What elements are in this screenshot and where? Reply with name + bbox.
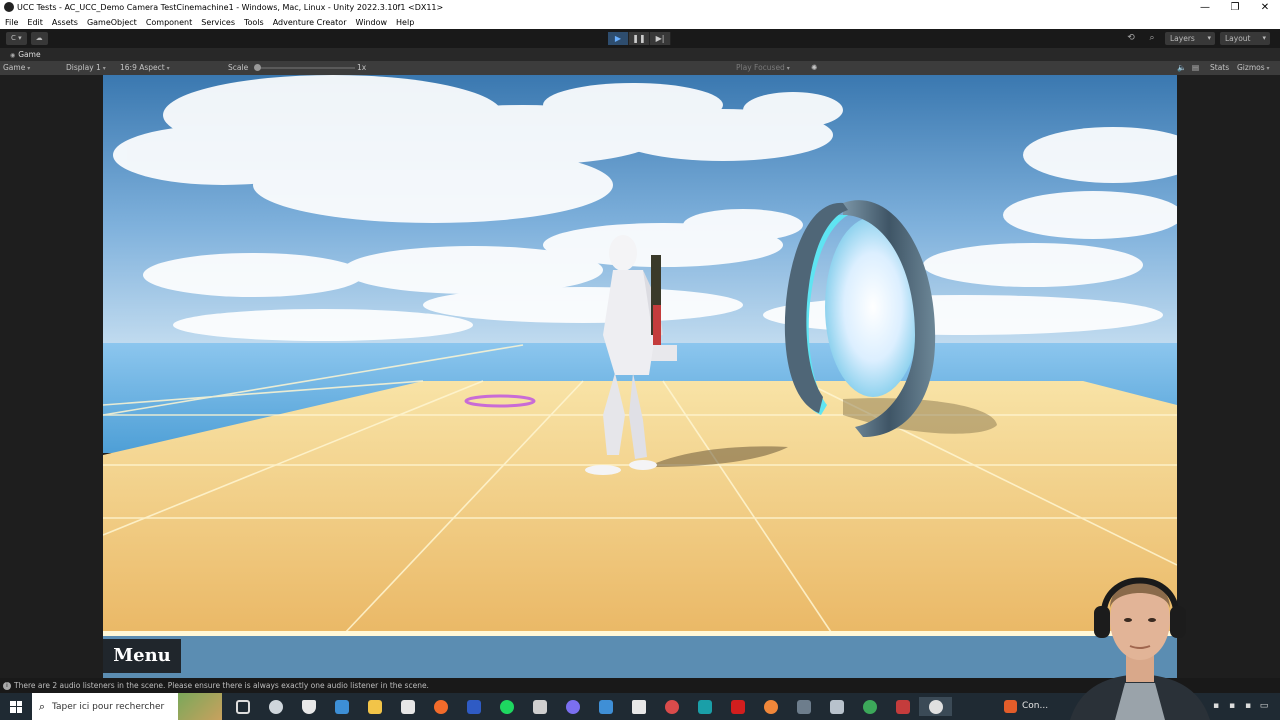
rendering-icon[interactable]: ▤ (1192, 61, 1199, 75)
play-focused-dropdown[interactable]: Play Focused (736, 61, 790, 76)
display-dropdown[interactable]: Display 1 (66, 61, 106, 76)
app-icon-5[interactable] (754, 697, 787, 716)
layout-dropdown[interactable]: Layout (1220, 32, 1270, 45)
game-viewport[interactable]: Menu (103, 75, 1177, 678)
info-icon: i (3, 682, 11, 690)
unity-editor-window: UCC Tests - AC_UCC_Demo Camera TestCinem… (0, 0, 1280, 720)
netflix-icon[interactable] (721, 697, 754, 716)
unity-editor-icon[interactable] (919, 697, 952, 716)
spotify-icon[interactable] (490, 697, 523, 716)
menu-adventure-creator[interactable]: Adventure Creator (273, 18, 347, 27)
menu-edit[interactable]: Edit (27, 18, 43, 27)
app-icon-4[interactable] (688, 697, 721, 716)
app-icon-7[interactable] (853, 697, 886, 716)
menu-gameobject[interactable]: GameObject (87, 18, 137, 27)
menu-help[interactable]: Help (396, 18, 414, 27)
scale-label: Scale (228, 63, 249, 72)
menu-window[interactable]: Window (355, 18, 387, 27)
layers-dropdown[interactable]: Layers (1165, 32, 1215, 45)
restore-icon[interactable]: ❐ (1220, 0, 1250, 15)
discord-icon[interactable] (556, 697, 589, 716)
audio-mute-icon[interactable]: 🔈 (1177, 61, 1186, 75)
file-explorer-icon[interactable] (358, 697, 391, 716)
game-view-toolbar: Game Display 1 16:9 Aspect Scale 1x Play… (0, 61, 1280, 75)
bug-icon[interactable]: ✺ (811, 61, 817, 75)
search-icon: ⌕ (38, 699, 46, 713)
menu-tools[interactable]: Tools (244, 18, 264, 27)
view-mode-label: Game (3, 63, 26, 72)
search-icon[interactable]: ⌕ (1144, 32, 1160, 45)
play-focused-label: Play Focused (736, 63, 785, 72)
status-message: There are 2 audio listeners in the scene… (14, 681, 429, 690)
menu-services[interactable]: Services (201, 18, 235, 27)
app-icon-3[interactable] (655, 697, 688, 716)
main-toolbar: C ▾ ☁ ▶ ❚❚ ▶| ⟲ ⌕ Layers Layout (0, 29, 1280, 48)
scale-value: 1x (357, 63, 367, 72)
taskbar-search[interactable]: ⌕ Taper ici pour rechercher (32, 693, 222, 720)
settings-icon[interactable] (259, 697, 292, 716)
store-icon[interactable] (391, 697, 424, 716)
taskbar-running-app[interactable]: Con... (1000, 697, 1048, 716)
scale-slider-track[interactable] (255, 67, 355, 69)
history-icon[interactable]: ⟲ (1123, 32, 1139, 45)
app-icon-6[interactable] (820, 697, 853, 716)
title-bar: UCC Tests - AC_UCC_Demo Camera TestCinem… (0, 0, 1280, 15)
unity-hub-icon[interactable] (622, 697, 655, 716)
calculator-icon[interactable] (787, 697, 820, 716)
game-menu-button[interactable]: Menu (103, 639, 181, 673)
streamer-video (1070, 577, 1210, 720)
notification-icon[interactable]: ▭ (1258, 700, 1270, 712)
aspect-dropdown[interactable]: 16:9 Aspect (120, 61, 220, 76)
water-below (103, 636, 1177, 678)
windows-start-icon[interactable] (0, 693, 32, 720)
view-mode-dropdown[interactable]: Game (3, 61, 59, 76)
unity-logo-icon (4, 2, 14, 12)
firefox-icon[interactable] (424, 697, 457, 716)
close-icon[interactable]: ✕ (1250, 0, 1280, 15)
aspect-label: 16:9 Aspect (120, 63, 165, 72)
scale-slider-handle[interactable] (254, 64, 261, 71)
tray-icon-2[interactable]: ▪ (1226, 700, 1238, 712)
taskbar-search-placeholder: Taper ici pour rechercher (52, 701, 165, 712)
window-title: UCC Tests - AC_UCC_Demo Camera TestCinem… (17, 3, 444, 12)
app-icon-2[interactable] (523, 697, 556, 716)
app-icon-1[interactable] (325, 697, 358, 716)
step-button[interactable]: ▶| (650, 32, 671, 45)
app-icon-8[interactable] (886, 697, 919, 716)
gizmos-dropdown[interactable]: Gizmos (1237, 61, 1270, 76)
play-button[interactable]: ▶ (608, 32, 629, 45)
play-controls: ▶ ❚❚ ▶| (608, 32, 671, 45)
tray-icon-3[interactable]: ▪ (1242, 700, 1254, 712)
webcam-overlay (1060, 548, 1220, 720)
bitwarden-icon[interactable] (457, 697, 490, 716)
game-scene (103, 75, 1177, 678)
floor-edge (103, 631, 1177, 636)
task-view-icon[interactable] (226, 697, 259, 716)
minimize-icon[interactable]: — (1190, 0, 1220, 15)
pause-button[interactable]: ❚❚ (629, 32, 650, 45)
tab-strip: Game (0, 48, 1280, 61)
steam-icon[interactable] (589, 697, 622, 716)
stats-button[interactable]: Stats (1210, 61, 1229, 75)
menu-assets[interactable]: Assets (52, 18, 78, 27)
gizmos-label: Gizmos (1237, 63, 1265, 72)
tab-game[interactable]: Game (4, 49, 47, 61)
display-label: Display 1 (66, 63, 101, 72)
search-highlight-image (178, 693, 222, 720)
security-icon[interactable] (292, 697, 325, 716)
menu-bar: File Edit Assets GameObject Component Se… (0, 15, 1280, 29)
account-dropdown[interactable]: C ▾ (6, 32, 27, 45)
menu-component[interactable]: Component (146, 18, 192, 27)
taskbar-apps (226, 697, 952, 716)
menu-file[interactable]: File (5, 18, 18, 27)
cloud-icon[interactable]: ☁ (30, 32, 48, 45)
